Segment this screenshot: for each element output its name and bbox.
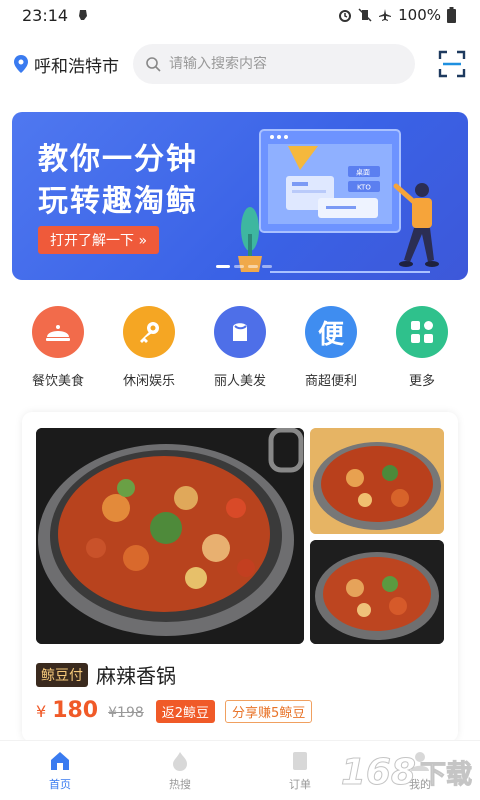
- status-left: 23:14: [22, 6, 90, 25]
- share-badge[interactable]: 分享赚5鲸豆: [225, 700, 313, 723]
- grid-more-icon: [396, 306, 448, 358]
- category-entertainment[interactable]: 休闲娱乐: [111, 306, 187, 389]
- nav-label: 首页: [49, 777, 71, 791]
- promo-banner[interactable]: 教你一分钟 玩转趣淘鲸 打开了解一下 » 桌面 KTO: [12, 112, 468, 280]
- category-label: 丽人美发: [213, 374, 266, 389]
- banner-pagination: [216, 265, 272, 268]
- screen-tag-desktop: 桌面: [356, 168, 370, 177]
- search-box[interactable]: [133, 44, 415, 84]
- alarm-icon: [339, 10, 352, 22]
- product-price: 180: [52, 698, 99, 723]
- product-image-side-1[interactable]: [310, 428, 444, 534]
- category-label: 更多: [408, 374, 435, 389]
- watermark-text: 下载: [419, 759, 472, 790]
- flame-icon: [173, 751, 187, 771]
- nav-hot-search[interactable]: 热搜: [140, 750, 220, 792]
- pay-tag: 鲸豆付: [36, 662, 88, 687]
- status-bar: 23:14 100%: [0, 0, 480, 30]
- category-label: 餐饮美食: [31, 374, 84, 389]
- watermark-digits: 168: [340, 751, 416, 793]
- product-card[interactable]: 鲸豆付 麻辣香锅 ¥ 180 ¥198 返2鲸豆 分享赚5鲸豆: [22, 412, 458, 742]
- search-input[interactable]: [169, 56, 389, 72]
- rebate-badge: 返2鲸豆: [155, 700, 216, 723]
- home-icon: [51, 751, 69, 770]
- pagination-dot: [216, 265, 230, 268]
- category-food[interactable]: 餐饮美食: [20, 306, 96, 389]
- location-selector[interactable]: 呼和浩特市: [14, 52, 119, 77]
- category-label: 商超便利: [304, 374, 357, 389]
- category-beauty[interactable]: 丽人美发: [202, 306, 278, 389]
- category-grid: 餐饮美食 休闲娱乐 丽人美发 便 商超便利 更多: [0, 306, 480, 389]
- convenience-glyph: 便: [317, 319, 344, 350]
- convenience-icon: 便: [305, 306, 357, 358]
- nav-orders[interactable]: 订单: [260, 750, 340, 792]
- notification-icon: [79, 10, 88, 20]
- product-name: 麻辣香锅: [96, 664, 176, 688]
- search-icon: [146, 57, 161, 72]
- city-name: 呼和浩特市: [34, 56, 119, 77]
- nav-label: 订单: [289, 777, 311, 791]
- status-time: 23:14: [22, 5, 69, 25]
- pagination-dot: [262, 265, 272, 268]
- watermark: 168 下载: [340, 750, 472, 794]
- airplane-icon: [379, 9, 392, 21]
- food-cloche-icon: [32, 306, 84, 358]
- location-pin-icon: [14, 55, 28, 73]
- product-image-side-2[interactable]: [310, 540, 444, 644]
- category-more[interactable]: 更多: [384, 306, 460, 389]
- product-title-row: 鲸豆付 麻辣香锅: [36, 660, 176, 689]
- banner-title-line1: 教你一分钟: [38, 142, 198, 177]
- top-bar: 呼和浩特市: [0, 40, 480, 88]
- key-icon: [123, 306, 175, 358]
- battery-icon: [447, 7, 456, 23]
- currency-symbol: ¥: [36, 702, 47, 721]
- battery-text: 100%: [398, 6, 441, 24]
- pagination-dot: [248, 265, 258, 268]
- category-label: 休闲娱乐: [122, 374, 175, 389]
- vibrate-off-icon: [358, 8, 372, 22]
- original-price: ¥198: [108, 705, 144, 721]
- banner-cta-button[interactable]: 打开了解一下 »: [38, 226, 160, 254]
- nav-label: 热搜: [169, 777, 191, 791]
- pagination-dot: [234, 265, 244, 268]
- screen-tag-kto: KTO: [357, 184, 371, 192]
- status-right: 100%: [338, 6, 456, 24]
- nav-home[interactable]: 首页: [20, 750, 100, 792]
- beauty-icon: [214, 306, 266, 358]
- price-row: ¥ 180 ¥198 返2鲸豆 分享赚5鲸豆: [36, 698, 313, 723]
- product-image-main[interactable]: [36, 428, 304, 644]
- order-icon: [293, 751, 307, 770]
- scan-icon[interactable]: [438, 50, 466, 78]
- category-convenience[interactable]: 便 商超便利: [293, 306, 369, 389]
- banner-illustration: 桌面 KTO: [238, 129, 439, 273]
- banner-title-line2: 玩转趣淘鲸: [38, 184, 198, 219]
